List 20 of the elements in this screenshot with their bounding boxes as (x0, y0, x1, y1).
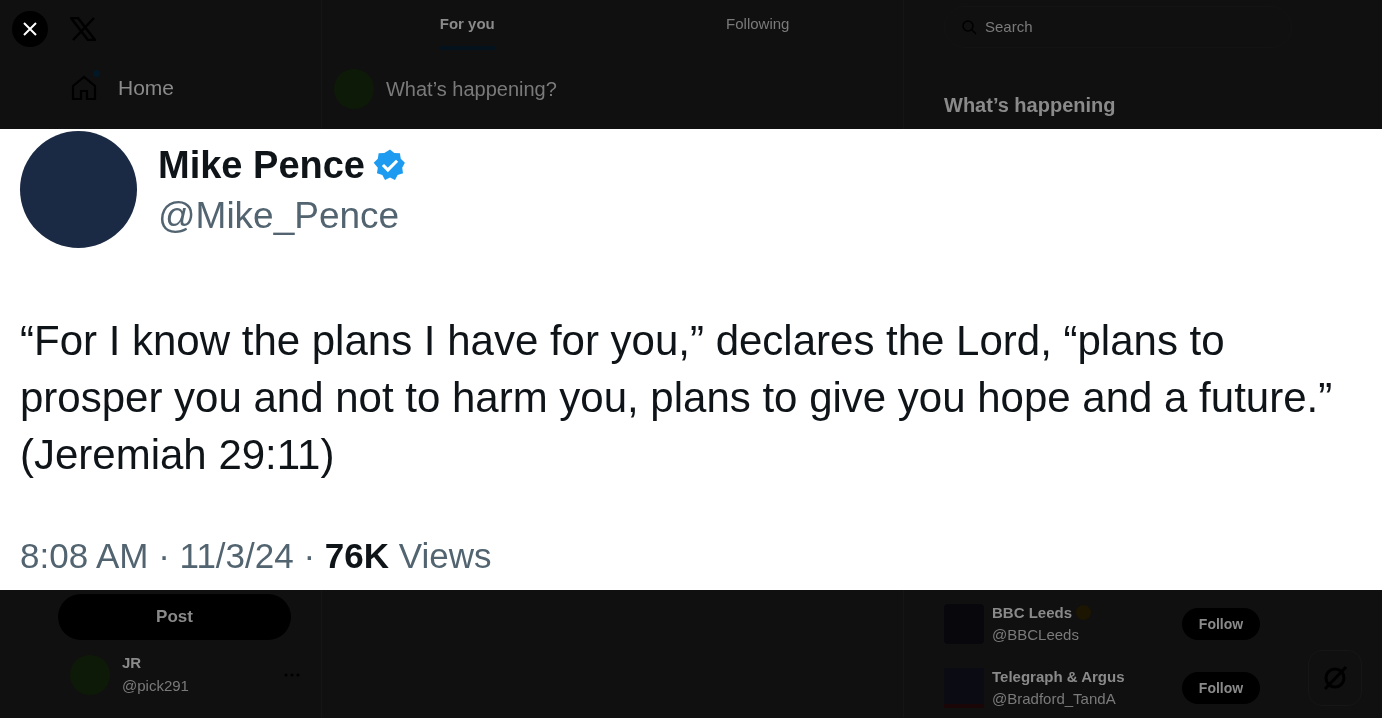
close-icon (23, 22, 37, 36)
account-name: Telegraph & Argus (992, 666, 1125, 687)
close-button[interactable] (12, 11, 48, 47)
section-title: What’s happening (944, 93, 1117, 118)
follow-button[interactable]: Follow (1182, 608, 1260, 640)
compose-field[interactable]: What’s happening? (385, 74, 557, 104)
account-handle: @BBCLeeds (992, 625, 1080, 645)
tweet-text: “For I know the plans I have for you,” declares the Lord, “plans to prosper you and not to harm you, plans to give you hope and a future.” (Jeremiah 29:11) (20, 316, 1334, 480)
feed-tab[interactable]: For you (321, 0, 613, 53)
account-handle: @pick291 (122, 675, 190, 696)
author-handle: @Mike_Pence (158, 193, 401, 238)
author-name: Mike Pence (158, 142, 365, 188)
tweet-timestamp: 8:08 AM · 11/3/24 · 76K Views (20, 535, 493, 577)
nav-item[interactable]: Home (70, 64, 321, 112)
post-button[interactable]: Post (58, 594, 291, 640)
follow-button[interactable]: Follow (1182, 672, 1260, 704)
account-name: JR (122, 653, 143, 673)
feed-tab[interactable]: Following (612, 0, 903, 53)
account-handle: @Bradford_TandA (992, 689, 1117, 709)
account-name: BBC Leeds (992, 602, 1073, 623)
